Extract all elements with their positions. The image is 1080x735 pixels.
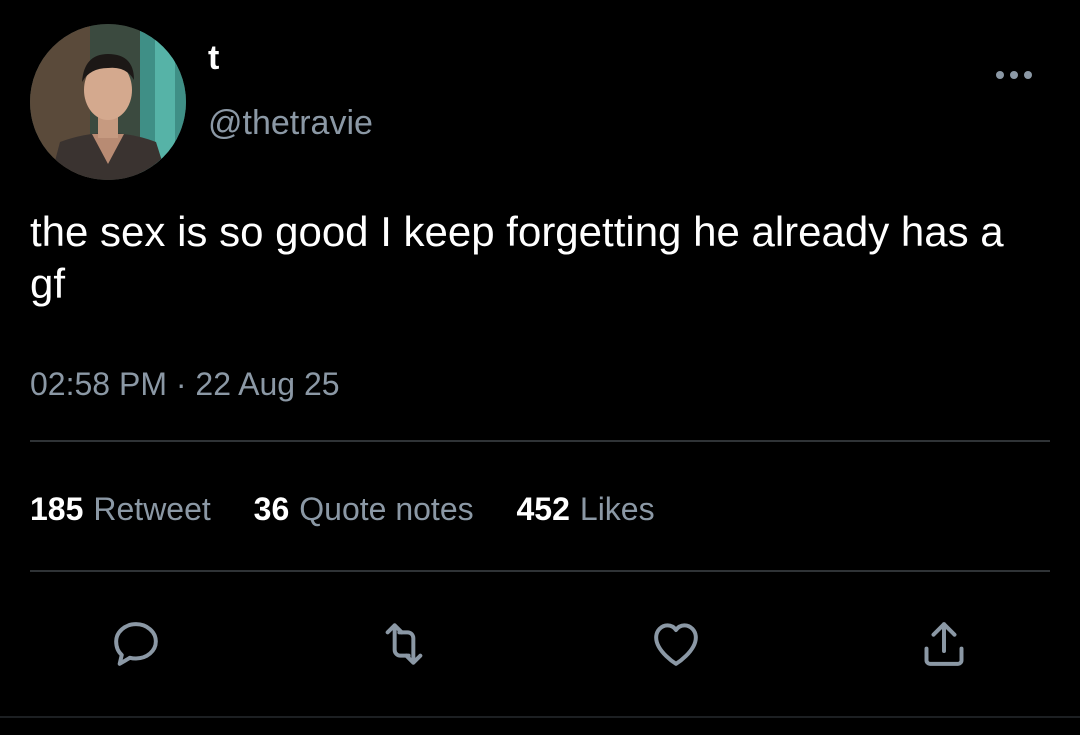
divider [30, 440, 1050, 442]
share-button[interactable] [912, 612, 976, 676]
more-dot [996, 71, 1004, 79]
stat-count: 452 [516, 491, 570, 527]
more-options-icon[interactable] [990, 60, 1038, 90]
heart-icon [654, 623, 698, 666]
user-handle[interactable]: @thetravie [208, 101, 373, 145]
more-dot [1024, 71, 1032, 79]
stat-label: Retweet [93, 491, 211, 527]
tweet-timestamp[interactable]: 02:58 PM · 22 Aug 25 [30, 362, 340, 406]
tweet-text: the sex is so good I keep forgetting he … [30, 208, 1004, 307]
reply-button[interactable] [104, 612, 168, 676]
reply-icon [114, 622, 158, 666]
stat-label: Likes [579, 491, 655, 527]
share-icon [924, 622, 964, 666]
tweet-date: 22 Aug 25 [195, 366, 340, 402]
display-name[interactable]: t [208, 38, 219, 78]
action-bar [0, 612, 1080, 676]
tweet-stats: 185 Retweet 36 Quote notes 452 Likes [30, 486, 689, 532]
bottom-divider [0, 716, 1080, 718]
retweet-icon [385, 623, 423, 665]
avatar-photo [30, 24, 186, 180]
tweet-time: 02:58 PM [30, 366, 167, 402]
retweet-count[interactable]: 185 Retweet [30, 486, 211, 532]
retweet-button[interactable] [372, 612, 436, 676]
likes-count[interactable]: 452 Likes [517, 486, 655, 532]
stat-count: 36 [253, 491, 290, 527]
avatar[interactable] [30, 24, 186, 180]
timestamp-separator: · [175, 366, 187, 402]
quote-count[interactable]: 36 Quote notes [254, 486, 474, 532]
more-dot [1010, 71, 1018, 79]
tweet-card: t @thetravie the sex is so good I keep f… [0, 0, 1080, 735]
divider [30, 570, 1050, 572]
stat-label: Quote notes [299, 491, 474, 527]
stat-count: 185 [30, 491, 84, 527]
like-button[interactable] [644, 612, 708, 676]
